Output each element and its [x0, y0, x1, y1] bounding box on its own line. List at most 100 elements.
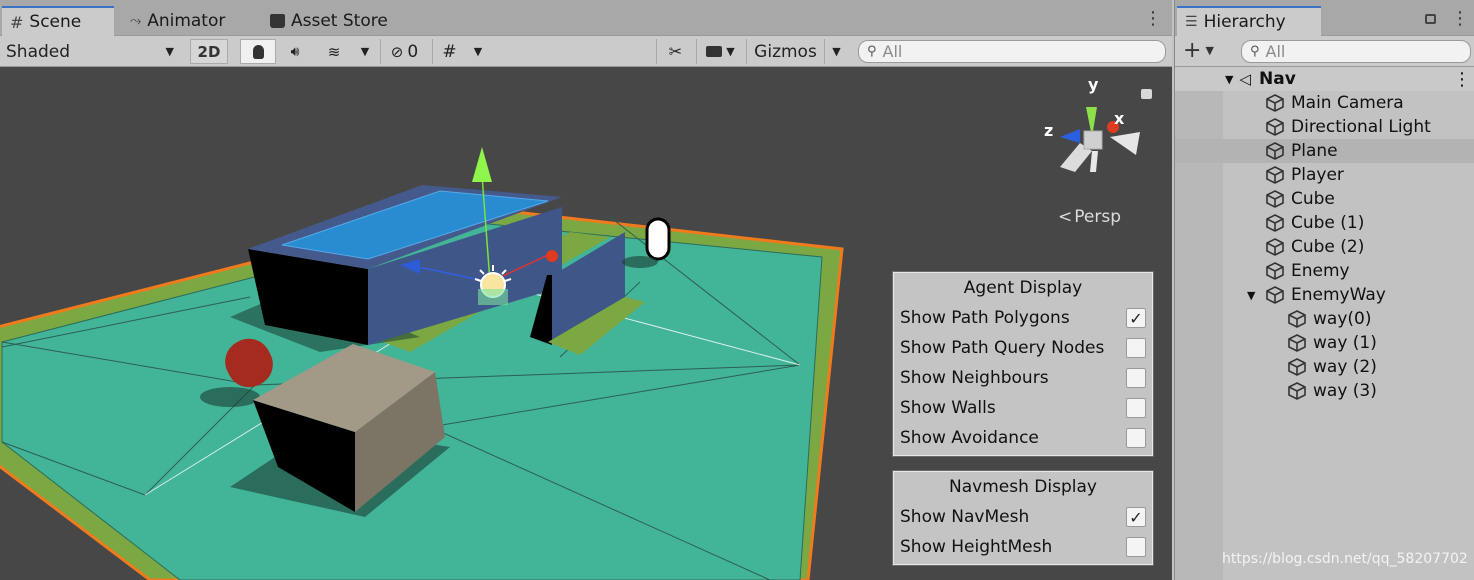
option-show-neighbours[interactable]: Show Neighbours: [900, 363, 1146, 393]
orientation-gizmo[interactable]: y x z: [1040, 75, 1150, 187]
speaker-icon: 🔊︎: [290, 43, 300, 60]
gameobject-cube-icon: [1266, 286, 1284, 304]
hierarchy-search-input[interactable]: ⚲ All: [1241, 40, 1471, 63]
hierarchy-panel: ☰ Hierarchy ⋮ + ▼ ⚲ All ▼ ◁ Nav ⋮ Main C…: [1174, 0, 1474, 580]
hierarchy-item[interactable]: Directional Light: [1175, 115, 1474, 139]
search-icon: ⚲: [867, 44, 877, 59]
hierarchy-item-label: Plane: [1291, 141, 1338, 161]
scene-name: Nav: [1259, 69, 1296, 89]
camera-settings-button[interactable]: ▼: [696, 39, 744, 64]
tools-icon: ✂︎: [668, 42, 683, 61]
gameobject-cube-icon: [1266, 214, 1284, 232]
hierarchy-item[interactable]: way (3): [1175, 379, 1474, 403]
toggle-2d-label: 2D: [197, 42, 221, 61]
grid-snap-icon: #: [442, 41, 457, 62]
tab-hierarchy[interactable]: ☰ Hierarchy: [1177, 6, 1321, 36]
hierarchy-list: ▼ ◁ Nav ⋮ Main Camera Directional Light Pl…: [1175, 67, 1474, 580]
effects-toggle[interactable]: ≋: [316, 39, 352, 64]
gizmos-dropdown[interactable]: ▼: [824, 39, 848, 64]
scene-menu-icon[interactable]: ⋮: [1453, 69, 1471, 90]
hierarchy-tab-bar: ☰ Hierarchy ⋮: [1175, 0, 1474, 36]
scene-toolbar: Shaded ▼ 2D 🔊︎ ≋ ▼ ⊘ 0 # ▼ ✂︎ ▼ Gizmos ▼…: [0, 36, 1172, 67]
player-capsule: [645, 217, 671, 261]
checkbox-checked[interactable]: ✓: [1126, 308, 1146, 328]
tab-animator[interactable]: ⤳ Animator: [122, 6, 233, 36]
hierarchy-item[interactable]: Enemy: [1175, 259, 1474, 283]
expand-arrow-icon: ▼: [1225, 72, 1234, 86]
checkbox-unchecked[interactable]: [1126, 428, 1146, 448]
option-show-avoidance[interactable]: Show Avoidance: [900, 423, 1146, 453]
gameobject-cube-icon: [1266, 238, 1284, 256]
effects-dropdown[interactable]: ▼: [354, 39, 376, 64]
store-bag-icon: [270, 14, 285, 28]
hierarchy-item-label: way (1): [1313, 333, 1377, 353]
hierarchy-item[interactable]: Plane: [1175, 139, 1474, 163]
option-show-navmesh[interactable]: Show NavMesh ✓: [900, 502, 1146, 532]
projection-toggle[interactable]: < Persp: [1058, 207, 1121, 227]
hierarchy-search-placeholder: All: [1265, 42, 1286, 61]
grid-dropdown[interactable]: ▼: [466, 39, 490, 64]
tab-scene[interactable]: # Scene: [2, 6, 114, 36]
tools-toggle[interactable]: ✂︎: [656, 39, 694, 64]
lock-icon[interactable]: [1141, 89, 1152, 99]
tab-hierarchy-label: Hierarchy: [1203, 12, 1286, 32]
checkbox-unchecked[interactable]: [1126, 537, 1146, 557]
light-selection-box: [478, 289, 508, 305]
create-button[interactable]: + ▼: [1183, 38, 1214, 63]
option-show-heightmesh[interactable]: Show HeightMesh: [900, 532, 1146, 562]
lighting-toggle[interactable]: [240, 39, 276, 64]
checkbox-unchecked[interactable]: [1126, 398, 1146, 418]
hierarchy-item-label: Cube (1): [1291, 213, 1365, 233]
hierarchy-item-label: Cube: [1291, 189, 1335, 209]
hierarchy-item[interactable]: way (1): [1175, 331, 1474, 355]
gameobject-cube-icon: [1266, 166, 1284, 184]
more-options-icon[interactable]: ⋮: [1451, 8, 1469, 29]
enemy-shadow: [200, 387, 260, 407]
hierarchy-item-label: Directional Light: [1291, 117, 1431, 137]
scene-viewport[interactable]: y x z < Persp Agent Display Show Path Po…: [0, 67, 1172, 580]
list-icon: ☰: [1185, 14, 1198, 30]
toggle-2d-button[interactable]: 2D: [190, 39, 228, 64]
shading-mode-dropdown[interactable]: Shaded ▼: [0, 39, 180, 64]
chevron-down-icon: ▼: [726, 45, 735, 58]
navmesh-display-panel: Navmesh Display Show NavMesh ✓ Show Heig…: [893, 471, 1153, 565]
gameobject-cube-icon: [1288, 310, 1306, 328]
hierarchy-item[interactable]: Cube: [1175, 187, 1474, 211]
hidden-objects-toggle[interactable]: ⊘ 0: [380, 39, 428, 64]
hierarchy-item[interactable]: Main Camera: [1175, 91, 1474, 115]
option-show-path-polygons[interactable]: Show Path Polygons ✓: [900, 303, 1146, 333]
checkbox-unchecked[interactable]: [1126, 338, 1146, 358]
hierarchy-item[interactable]: way(0): [1175, 307, 1474, 331]
audio-toggle[interactable]: 🔊︎: [278, 39, 312, 64]
gameobject-cube-icon: [1266, 142, 1284, 160]
hierarchy-item[interactable]: Player: [1175, 163, 1474, 187]
axis-z-label: z: [1044, 121, 1054, 140]
gameobject-cube-icon: [1266, 262, 1284, 280]
hierarchy-item[interactable]: ▼ EnemyWay: [1175, 283, 1474, 307]
lock-icon[interactable]: [1425, 14, 1436, 24]
scene-root-row[interactable]: ▼ ◁ Nav ⋮: [1175, 67, 1474, 91]
navmesh-display-title: Navmesh Display: [949, 477, 1097, 497]
tab-asset-store[interactable]: Asset Store: [262, 6, 396, 36]
hierarchy-item-label: Enemy: [1291, 261, 1350, 281]
checkbox-checked[interactable]: ✓: [1126, 507, 1146, 527]
option-show-walls[interactable]: Show Walls: [900, 393, 1146, 423]
gameobject-cube-icon: [1266, 118, 1284, 136]
hierarchy-item[interactable]: way (2): [1175, 355, 1474, 379]
hierarchy-item[interactable]: Cube (1): [1175, 211, 1474, 235]
chevron-down-icon: ▼: [165, 45, 174, 58]
gizmos-label: Gizmos: [754, 41, 817, 62]
hidden-count: 0: [407, 41, 419, 62]
axis-x-label: x: [1114, 109, 1125, 128]
grid-toggle[interactable]: #: [432, 39, 466, 64]
gameobject-cube-icon: [1288, 358, 1306, 376]
scene-search-input[interactable]: ⚲ All: [858, 40, 1166, 63]
tab-asset-store-label: Asset Store: [291, 11, 388, 31]
more-options-icon[interactable]: ⋮: [1144, 8, 1162, 29]
checkbox-unchecked[interactable]: [1126, 368, 1146, 388]
option-label: Show Avoidance: [900, 428, 1039, 448]
expand-arrow-icon[interactable]: ▼: [1247, 289, 1255, 302]
option-show-path-query-nodes[interactable]: Show Path Query Nodes: [900, 333, 1146, 363]
hierarchy-item[interactable]: Cube (2): [1175, 235, 1474, 259]
gizmos-button[interactable]: Gizmos: [746, 39, 824, 64]
